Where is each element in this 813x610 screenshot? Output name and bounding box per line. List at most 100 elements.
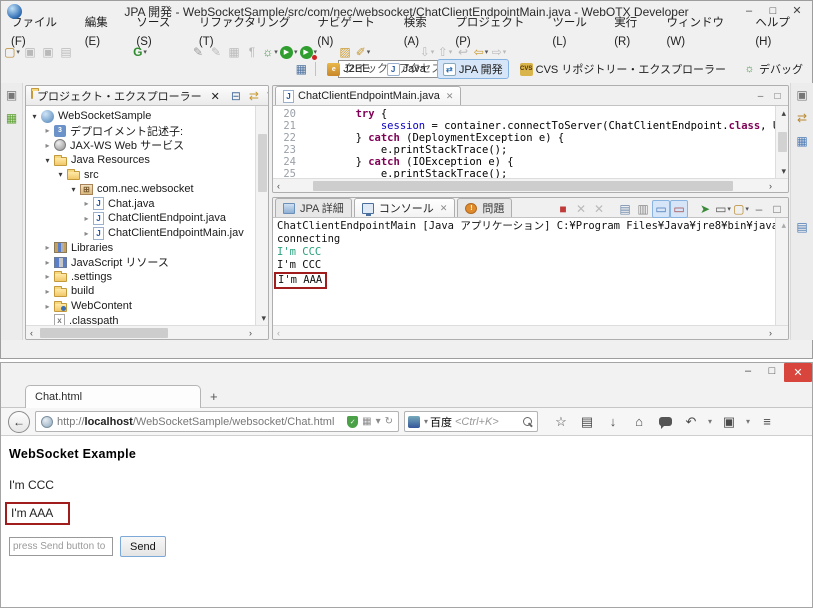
restore-view-icon[interactable]: ▣ bbox=[3, 86, 21, 104]
send-button[interactable]: Send bbox=[120, 536, 166, 557]
url-bar[interactable]: http://localhost/WebSocketSample/websock… bbox=[35, 411, 399, 432]
tree-item[interactable]: ▸WebContent bbox=[26, 299, 268, 314]
code-editor[interactable]: 20 try {21 session = container.connectTo… bbox=[273, 106, 775, 178]
scroll-left-icon[interactable]: ‹ bbox=[277, 179, 280, 193]
perspective-button-J2EE[interactable]: eJ2EE bbox=[321, 61, 375, 78]
perspective-button-Java[interactable]: JJava bbox=[381, 61, 432, 78]
console-area-tab-JPA 詳細[interactable]: JPA 詳細 bbox=[275, 198, 352, 217]
tree-item[interactable]: ▸.settings bbox=[26, 270, 268, 285]
tree-item[interactable]: ▸JChatClientEndpointMain.jav bbox=[26, 226, 268, 241]
outline-view-icon[interactable]: ▤ bbox=[793, 218, 811, 236]
scroll-left-icon[interactable]: ‹ bbox=[277, 326, 280, 340]
scroll-right-icon[interactable]: › bbox=[769, 179, 772, 193]
tree-expander-icon[interactable]: ▸ bbox=[42, 302, 53, 311]
tree-expander-icon[interactable]: ▾ bbox=[29, 112, 40, 121]
maximize-view-icon[interactable]: □ bbox=[769, 88, 786, 104]
console-area-tab-問題[interactable]: !問題 bbox=[457, 198, 512, 217]
search-bar[interactable]: ▾ 百度 <Ctrl+K> bbox=[404, 411, 538, 432]
search-engine-icon[interactable] bbox=[408, 416, 420, 428]
code-line[interactable]: 21 session = container.connectToServer(C… bbox=[273, 120, 775, 132]
console-area-tab-コンソール[interactable]: コンソール✕ bbox=[354, 198, 456, 217]
show-on-stdout-icon[interactable]: ▭ bbox=[652, 200, 670, 218]
url-text[interactable]: http://localhost/WebSocketSample/websock… bbox=[57, 416, 345, 428]
scrollbar-thumb[interactable] bbox=[258, 134, 267, 192]
forum-icon[interactable] bbox=[652, 411, 678, 433]
sync-caret-icon[interactable]: ▾ bbox=[704, 411, 716, 433]
reading-list-icon[interactable]: ▤ bbox=[574, 411, 600, 433]
tree-item[interactable]: ▸JChatClientEndpoint.java bbox=[26, 211, 268, 226]
tree-item[interactable]: ▸JavaScript リソース bbox=[26, 255, 268, 270]
code-line[interactable]: 25 e.printStackTrace(); bbox=[273, 168, 775, 178]
tree-expander-icon[interactable]: ▸ bbox=[81, 229, 92, 238]
scroll-up-icon[interactable]: ▴ bbox=[781, 218, 786, 232]
palette-view-icon[interactable]: ▦ bbox=[793, 132, 811, 150]
scrollbar-thumb[interactable] bbox=[40, 328, 168, 338]
maximize-view-icon[interactable]: □ bbox=[768, 200, 786, 218]
tree-expander-icon[interactable]: ▸ bbox=[42, 243, 53, 252]
url-dropdown-caret[interactable]: ▾ bbox=[376, 416, 381, 427]
code-line[interactable]: 24 } catch (IOException e) { bbox=[273, 156, 775, 168]
tree-item[interactable]: ▸3デプロイメント記述子: bbox=[26, 124, 268, 139]
mixed-content-shield-icon[interactable]: ✓ bbox=[347, 416, 358, 428]
close-tab-icon[interactable]: ✕ bbox=[446, 91, 454, 102]
console-vscrollbar[interactable]: ▴ bbox=[775, 218, 788, 325]
ide-maximize-button[interactable]: □ bbox=[761, 2, 785, 19]
close-tab-icon[interactable]: ✕ bbox=[440, 203, 448, 214]
browser-minimize-button[interactable]: – bbox=[736, 363, 760, 378]
tree-expander-icon[interactable]: ▸ bbox=[42, 141, 53, 150]
new-wizard-icon[interactable]: ▢▾ bbox=[3, 43, 21, 61]
browser-maximize-button[interactable]: □ bbox=[760, 363, 784, 378]
display-console-icon[interactable]: ▭▾ bbox=[714, 200, 732, 218]
qr-login-icon[interactable]: ▦ bbox=[362, 416, 371, 427]
scroll-down-icon[interactable]: ▾ bbox=[781, 164, 786, 178]
bookmark-star-icon[interactable]: ☆ bbox=[548, 411, 574, 433]
reload-icon[interactable]: ↻ bbox=[385, 416, 393, 427]
ide-minimize-button[interactable]: – bbox=[737, 2, 761, 19]
search-engine-caret[interactable]: ▾ bbox=[422, 411, 430, 433]
code-line[interactable]: 23 e.printStackTrace(); bbox=[273, 144, 775, 156]
message-input[interactable] bbox=[9, 537, 113, 556]
tree-expander-icon[interactable]: ▸ bbox=[42, 287, 53, 296]
editor-vscrollbar[interactable]: ▴ ▾ bbox=[775, 106, 788, 178]
editor-hscrollbar[interactable]: ‹ › bbox=[273, 178, 788, 192]
tree-expander-icon[interactable]: ▾ bbox=[55, 170, 66, 179]
tree-item[interactable]: ▸Libraries bbox=[26, 240, 268, 255]
tree-expander-icon[interactable]: ▸ bbox=[81, 214, 92, 223]
scroll-left-icon[interactable]: ‹ bbox=[30, 326, 33, 340]
close-view-icon[interactable]: ✕ bbox=[204, 87, 227, 106]
code-line[interactable]: 22 } catch (DeploymentException e) { bbox=[273, 132, 775, 144]
explorer-vscrollbar[interactable]: ▾ bbox=[255, 106, 268, 325]
debug-icon[interactable]: ☼▾ bbox=[261, 43, 279, 61]
ide-close-button[interactable]: ✕ bbox=[785, 2, 809, 19]
scroll-right-icon[interactable]: › bbox=[769, 326, 772, 340]
explorer-hscrollbar[interactable]: ‹ › bbox=[26, 325, 268, 339]
search-magnifier-icon[interactable] bbox=[522, 416, 534, 428]
terminate-icon[interactable]: ■ bbox=[554, 200, 572, 218]
tree-item[interactable]: ▾⊞com.nec.websocket bbox=[26, 182, 268, 197]
scroll-down-icon[interactable]: ▾ bbox=[261, 311, 266, 325]
sync-tabs-icon[interactable]: ↶ bbox=[678, 411, 704, 433]
scroll-up-icon[interactable]: ▴ bbox=[781, 106, 786, 120]
tree-item[interactable]: ▸JAX-WS Web サービス bbox=[26, 138, 268, 153]
tree-expander-icon[interactable]: ▾ bbox=[68, 185, 79, 194]
back-button[interactable]: ← bbox=[8, 411, 30, 433]
pin-console-icon[interactable]: ➤ bbox=[696, 200, 714, 218]
tree-expander-icon[interactable]: ▸ bbox=[81, 199, 92, 208]
scroll-lock-icon[interactable]: ▥ bbox=[634, 200, 652, 218]
perspective-button-JPA 開発[interactable]: ⇄JPA 開発 bbox=[437, 59, 509, 79]
jpa-structure-view-icon[interactable]: ▦ bbox=[3, 109, 21, 127]
perspective-button-CVS リポジトリー・エクスプローラー[interactable]: CVSCVS リポジトリー・エクスプローラー bbox=[514, 59, 732, 79]
forget-caret-icon[interactable]: ▾ bbox=[742, 411, 754, 433]
downloads-icon[interactable]: ↓ bbox=[600, 411, 626, 433]
code-line[interactable]: 20 try { bbox=[273, 108, 775, 120]
clear-console-icon[interactable]: ▤ bbox=[616, 200, 634, 218]
forget-icon[interactable]: ▣ bbox=[716, 411, 742, 433]
console-output[interactable]: ChatClientEndpointMain [Java アプリケーション] C… bbox=[273, 218, 775, 325]
tree-expander-icon[interactable]: ▸ bbox=[42, 272, 53, 281]
new-tab-button[interactable]: + bbox=[210, 389, 218, 404]
browser-close-button[interactable]: ✕ bbox=[784, 363, 812, 382]
tree-expander-icon[interactable]: ▸ bbox=[42, 258, 53, 267]
generate-code-icon[interactable]: G▾ bbox=[131, 43, 149, 61]
tree-item[interactable]: ▾WebSocketSample bbox=[26, 109, 268, 124]
tree-expander-icon[interactable]: ▸ bbox=[42, 126, 53, 135]
